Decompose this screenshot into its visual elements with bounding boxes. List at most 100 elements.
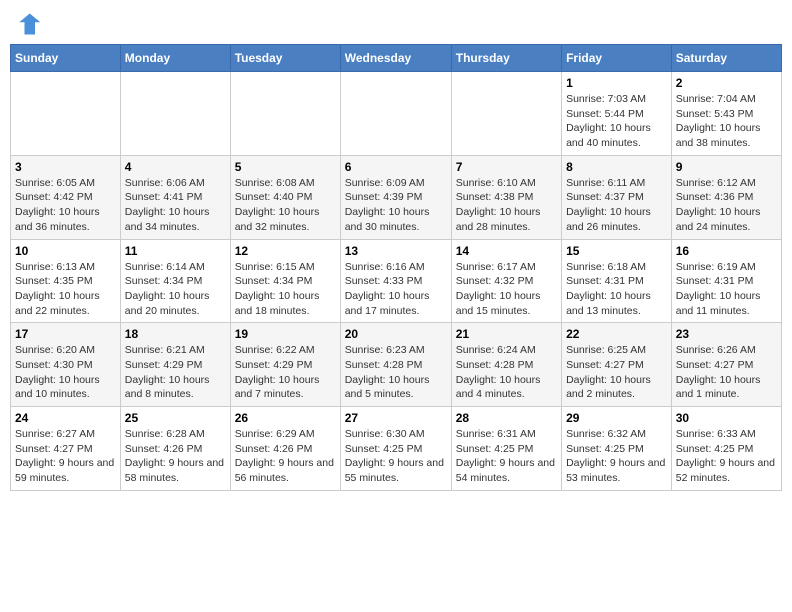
- day-info: Sunrise: 6:11 AM Sunset: 4:37 PM Dayligh…: [566, 176, 667, 235]
- day-number: 7: [456, 160, 557, 174]
- day-info: Sunrise: 6:19 AM Sunset: 4:31 PM Dayligh…: [676, 260, 777, 319]
- day-number: 8: [566, 160, 667, 174]
- day-cell: 25 Sunrise: 6:28 AM Sunset: 4:26 PM Dayli…: [120, 407, 230, 491]
- day-number: 1: [566, 76, 667, 90]
- day-cell: 9 Sunrise: 6:12 AM Sunset: 4:36 PM Daylig…: [671, 155, 781, 239]
- day-info: Sunrise: 6:08 AM Sunset: 4:40 PM Dayligh…: [235, 176, 336, 235]
- day-header-saturday: Saturday: [671, 45, 781, 72]
- day-number: 5: [235, 160, 336, 174]
- day-info: Sunrise: 6:20 AM Sunset: 4:30 PM Dayligh…: [15, 343, 116, 402]
- week-row-4: 17 Sunrise: 6:20 AM Sunset: 4:30 PM Dayli…: [11, 323, 782, 407]
- day-header-sunday: Sunday: [11, 45, 121, 72]
- day-info: Sunrise: 6:10 AM Sunset: 4:38 PM Dayligh…: [456, 176, 557, 235]
- day-header-friday: Friday: [562, 45, 672, 72]
- day-cell: [11, 72, 121, 156]
- day-number: 10: [15, 244, 116, 258]
- day-number: 27: [345, 411, 447, 425]
- day-info: Sunrise: 7:04 AM Sunset: 5:43 PM Dayligh…: [676, 92, 777, 151]
- day-cell: 4 Sunrise: 6:06 AM Sunset: 4:41 PM Daylig…: [120, 155, 230, 239]
- day-number: 29: [566, 411, 667, 425]
- day-number: 2: [676, 76, 777, 90]
- day-cell: 2 Sunrise: 7:04 AM Sunset: 5:43 PM Daylig…: [671, 72, 781, 156]
- day-info: Sunrise: 6:26 AM Sunset: 4:27 PM Dayligh…: [676, 343, 777, 402]
- day-header-thursday: Thursday: [451, 45, 561, 72]
- day-cell: 20Sunrise: 6:23 AM Sunset: 4:28 PM Dayli…: [340, 323, 451, 407]
- day-cell: 26 Sunrise: 6:29 AM Sunset: 4:26 PM Dayli…: [230, 407, 340, 491]
- day-info: Sunrise: 7:03 AM Sunset: 5:44 PM Dayligh…: [566, 92, 667, 151]
- day-cell: 16 Sunrise: 6:19 AM Sunset: 4:31 PM Dayli…: [671, 239, 781, 323]
- day-cell: [340, 72, 451, 156]
- day-number: 23: [676, 327, 777, 341]
- day-cell: 7 Sunrise: 6:10 AM Sunset: 4:38 PM Daylig…: [451, 155, 561, 239]
- day-info: Sunrise: 6:31 AM Sunset: 4:25 PM Dayligh…: [456, 427, 557, 486]
- logo-icon: [14, 10, 42, 38]
- day-number: 25: [125, 411, 226, 425]
- day-cell: 29 Sunrise: 6:32 AM Sunset: 4:25 PM Dayli…: [562, 407, 672, 491]
- day-info: Sunrise: 6:25 AM Sunset: 4:27 PM Dayligh…: [566, 343, 667, 402]
- day-info: Sunrise: 6:06 AM Sunset: 4:41 PM Dayligh…: [125, 176, 226, 235]
- day-cell: 8 Sunrise: 6:11 AM Sunset: 4:37 PM Daylig…: [562, 155, 672, 239]
- day-info: Sunrise: 6:28 AM Sunset: 4:26 PM Dayligh…: [125, 427, 226, 486]
- day-info: Sunrise: 6:27 AM Sunset: 4:27 PM Dayligh…: [15, 427, 116, 486]
- day-info: Sunrise: 6:29 AM Sunset: 4:26 PM Dayligh…: [235, 427, 336, 486]
- day-cell: 12 Sunrise: 6:15 AM Sunset: 4:34 PM Dayli…: [230, 239, 340, 323]
- day-number: 24: [15, 411, 116, 425]
- day-cell: 21 Sunrise: 6:24 AM Sunset: 4:28 PM Dayli…: [451, 323, 561, 407]
- day-number: 22: [566, 327, 667, 341]
- day-info: Sunrise: 6:12 AM Sunset: 4:36 PM Dayligh…: [676, 176, 777, 235]
- day-info: Sunrise: 6:32 AM Sunset: 4:25 PM Dayligh…: [566, 427, 667, 486]
- day-cell: 30 Sunrise: 6:33 AM Sunset: 4:25 PM Dayli…: [671, 407, 781, 491]
- day-cell: 14Sunrise: 6:17 AM Sunset: 4:32 PM Dayli…: [451, 239, 561, 323]
- day-info: Sunrise: 6:22 AM Sunset: 4:29 PM Dayligh…: [235, 343, 336, 402]
- day-number: 3: [15, 160, 116, 174]
- day-cell: 17 Sunrise: 6:20 AM Sunset: 4:30 PM Dayli…: [11, 323, 121, 407]
- week-row-2: 3Sunrise: 6:05 AM Sunset: 4:42 PM Daylig…: [11, 155, 782, 239]
- day-number: 6: [345, 160, 447, 174]
- day-cell: 23 Sunrise: 6:26 AM Sunset: 4:27 PM Dayli…: [671, 323, 781, 407]
- day-info: Sunrise: 6:21 AM Sunset: 4:29 PM Dayligh…: [125, 343, 226, 402]
- day-cell: 10 Sunrise: 6:13 AM Sunset: 4:35 PM Dayli…: [11, 239, 121, 323]
- logo: [14, 10, 46, 38]
- day-number: 14: [456, 244, 557, 258]
- day-number: 9: [676, 160, 777, 174]
- day-number: 13: [345, 244, 447, 258]
- day-cell: 6 Sunrise: 6:09 AM Sunset: 4:39 PM Daylig…: [340, 155, 451, 239]
- day-info: Sunrise: 6:16 AM Sunset: 4:33 PM Dayligh…: [345, 260, 447, 319]
- week-row-1: 1 Sunrise: 7:03 AM Sunset: 5:44 PM Daylig…: [11, 72, 782, 156]
- day-number: 18: [125, 327, 226, 341]
- day-info: Sunrise: 6:24 AM Sunset: 4:28 PM Dayligh…: [456, 343, 557, 402]
- day-number: 16: [676, 244, 777, 258]
- day-info: Sunrise: 6:13 AM Sunset: 4:35 PM Dayligh…: [15, 260, 116, 319]
- day-number: 26: [235, 411, 336, 425]
- day-cell: 15Sunrise: 6:18 AM Sunset: 4:31 PM Dayli…: [562, 239, 672, 323]
- day-info: Sunrise: 6:14 AM Sunset: 4:34 PM Dayligh…: [125, 260, 226, 319]
- day-cell: 19 Sunrise: 6:22 AM Sunset: 4:29 PM Dayli…: [230, 323, 340, 407]
- day-info: Sunrise: 6:33 AM Sunset: 4:25 PM Dayligh…: [676, 427, 777, 486]
- day-header-monday: Monday: [120, 45, 230, 72]
- day-info: Sunrise: 6:15 AM Sunset: 4:34 PM Dayligh…: [235, 260, 336, 319]
- day-cell: 27 Sunrise: 6:30 AM Sunset: 4:25 PM Dayli…: [340, 407, 451, 491]
- day-cell: 24 Sunrise: 6:27 AM Sunset: 4:27 PM Dayli…: [11, 407, 121, 491]
- day-info: Sunrise: 6:18 AM Sunset: 4:31 PM Dayligh…: [566, 260, 667, 319]
- day-cell: 5 Sunrise: 6:08 AM Sunset: 4:40 PM Daylig…: [230, 155, 340, 239]
- day-number: 19: [235, 327, 336, 341]
- day-header-wednesday: Wednesday: [340, 45, 451, 72]
- page-header: [10, 10, 782, 38]
- week-row-3: 10 Sunrise: 6:13 AM Sunset: 4:35 PM Dayli…: [11, 239, 782, 323]
- day-info: Sunrise: 6:09 AM Sunset: 4:39 PM Dayligh…: [345, 176, 447, 235]
- day-cell: [451, 72, 561, 156]
- calendar-table: SundayMondayTuesdayWednesdayThursdayFrid…: [10, 44, 782, 491]
- day-number: 30: [676, 411, 777, 425]
- day-number: 4: [125, 160, 226, 174]
- day-number: 21: [456, 327, 557, 341]
- day-number: 11: [125, 244, 226, 258]
- day-number: 12: [235, 244, 336, 258]
- day-cell: [120, 72, 230, 156]
- day-cell: 18 Sunrise: 6:21 AM Sunset: 4:29 PM Dayli…: [120, 323, 230, 407]
- day-info: Sunrise: 6:30 AM Sunset: 4:25 PM Dayligh…: [345, 427, 447, 486]
- day-number: 28: [456, 411, 557, 425]
- day-cell: 22 Sunrise: 6:25 AM Sunset: 4:27 PM Dayli…: [562, 323, 672, 407]
- day-cell: 3Sunrise: 6:05 AM Sunset: 4:42 PM Daylig…: [11, 155, 121, 239]
- day-number: 17: [15, 327, 116, 341]
- day-cell: 13 Sunrise: 6:16 AM Sunset: 4:33 PM Dayli…: [340, 239, 451, 323]
